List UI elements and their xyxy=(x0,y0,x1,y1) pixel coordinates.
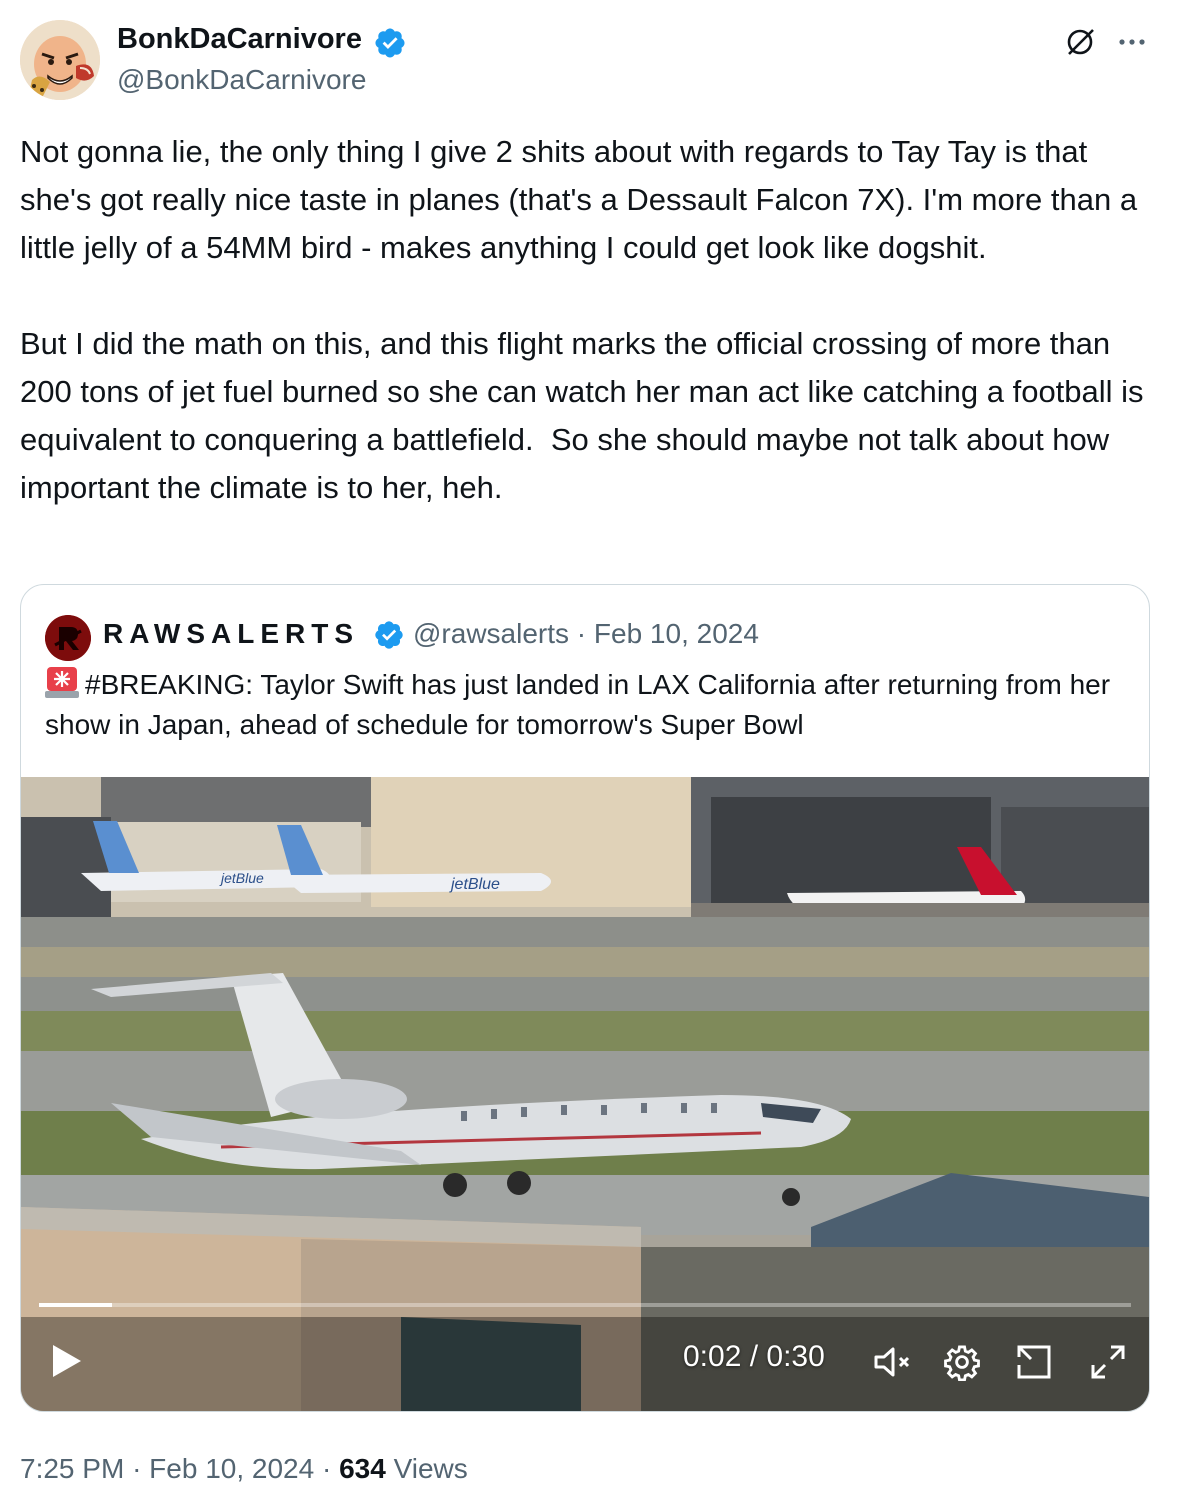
quoted-tweet-date[interactable]: Feb 10, 2024 xyxy=(594,618,759,649)
author-avatar[interactable] xyxy=(20,20,100,100)
views-label[interactable]: Views xyxy=(394,1453,468,1484)
video-frame: jetBlue jetBlue xyxy=(21,777,1149,1411)
verified-badge-icon xyxy=(375,28,405,58)
author-handle[interactable]: @BonkDaCarnivore xyxy=(117,62,366,98)
video-progress-fill xyxy=(39,1303,113,1307)
quoted-author-name[interactable]: RAWSALERTS xyxy=(103,615,359,653)
gear-icon[interactable] xyxy=(943,1343,981,1381)
video-current-time: 0:02 xyxy=(683,1340,742,1373)
aircraft-livery-text: jetBlue xyxy=(449,876,500,893)
views-count[interactable]: 634 xyxy=(339,1453,386,1484)
quoted-tweet-card[interactable]: RAWSALERTS @rawsalerts · Feb 10, 2024 #B… xyxy=(20,584,1150,1412)
quoted-meta: @rawsalerts · Feb 10, 2024 xyxy=(413,615,759,653)
volume-muted-icon[interactable] xyxy=(873,1345,913,1379)
video-player[interactable]: jetBlue jetBlue 0:02 / 0:30 xyxy=(21,777,1149,1411)
video-time-readout: 0:02 / 0:30 xyxy=(683,1339,825,1375)
aircraft-livery-text: jetBlue xyxy=(219,870,264,886)
quoted-tweet-text: #BREAKING: Taylor Swift has just landed … xyxy=(45,665,1125,745)
quoted-author-avatar xyxy=(45,615,91,661)
footer-separator: · xyxy=(132,1453,142,1484)
video-time-separator: / xyxy=(741,1340,767,1373)
pip-icon[interactable] xyxy=(1015,1343,1053,1381)
tweet-text: Not gonna lie, the only thing I give 2 s… xyxy=(20,134,1144,505)
quoted-verified-badge-icon xyxy=(375,621,403,649)
fullscreen-icon[interactable] xyxy=(1089,1343,1127,1381)
tweet-date[interactable]: Feb 10, 2024 xyxy=(149,1453,314,1484)
meta-separator: · xyxy=(576,618,587,649)
grok-icon[interactable] xyxy=(1064,26,1096,58)
quoted-author-handle[interactable]: @rawsalerts xyxy=(413,618,569,649)
tweet-time[interactable]: 7:25 PM xyxy=(20,1453,124,1484)
footer-separator: · xyxy=(321,1453,332,1484)
tweet-footer: 7:25 PM · Feb 10, 2024 · 634 Views xyxy=(20,1450,468,1488)
video-progress-bar[interactable] xyxy=(39,1303,1131,1307)
quoted-tweet-body: #BREAKING: Taylor Swift has just landed … xyxy=(45,669,1111,740)
more-icon[interactable] xyxy=(1114,26,1150,58)
play-icon[interactable] xyxy=(49,1343,83,1379)
author-display-name[interactable]: BonkDaCarnivore xyxy=(117,20,362,58)
video-duration: 0:30 xyxy=(766,1340,825,1373)
rotating-light-icon xyxy=(45,667,79,698)
